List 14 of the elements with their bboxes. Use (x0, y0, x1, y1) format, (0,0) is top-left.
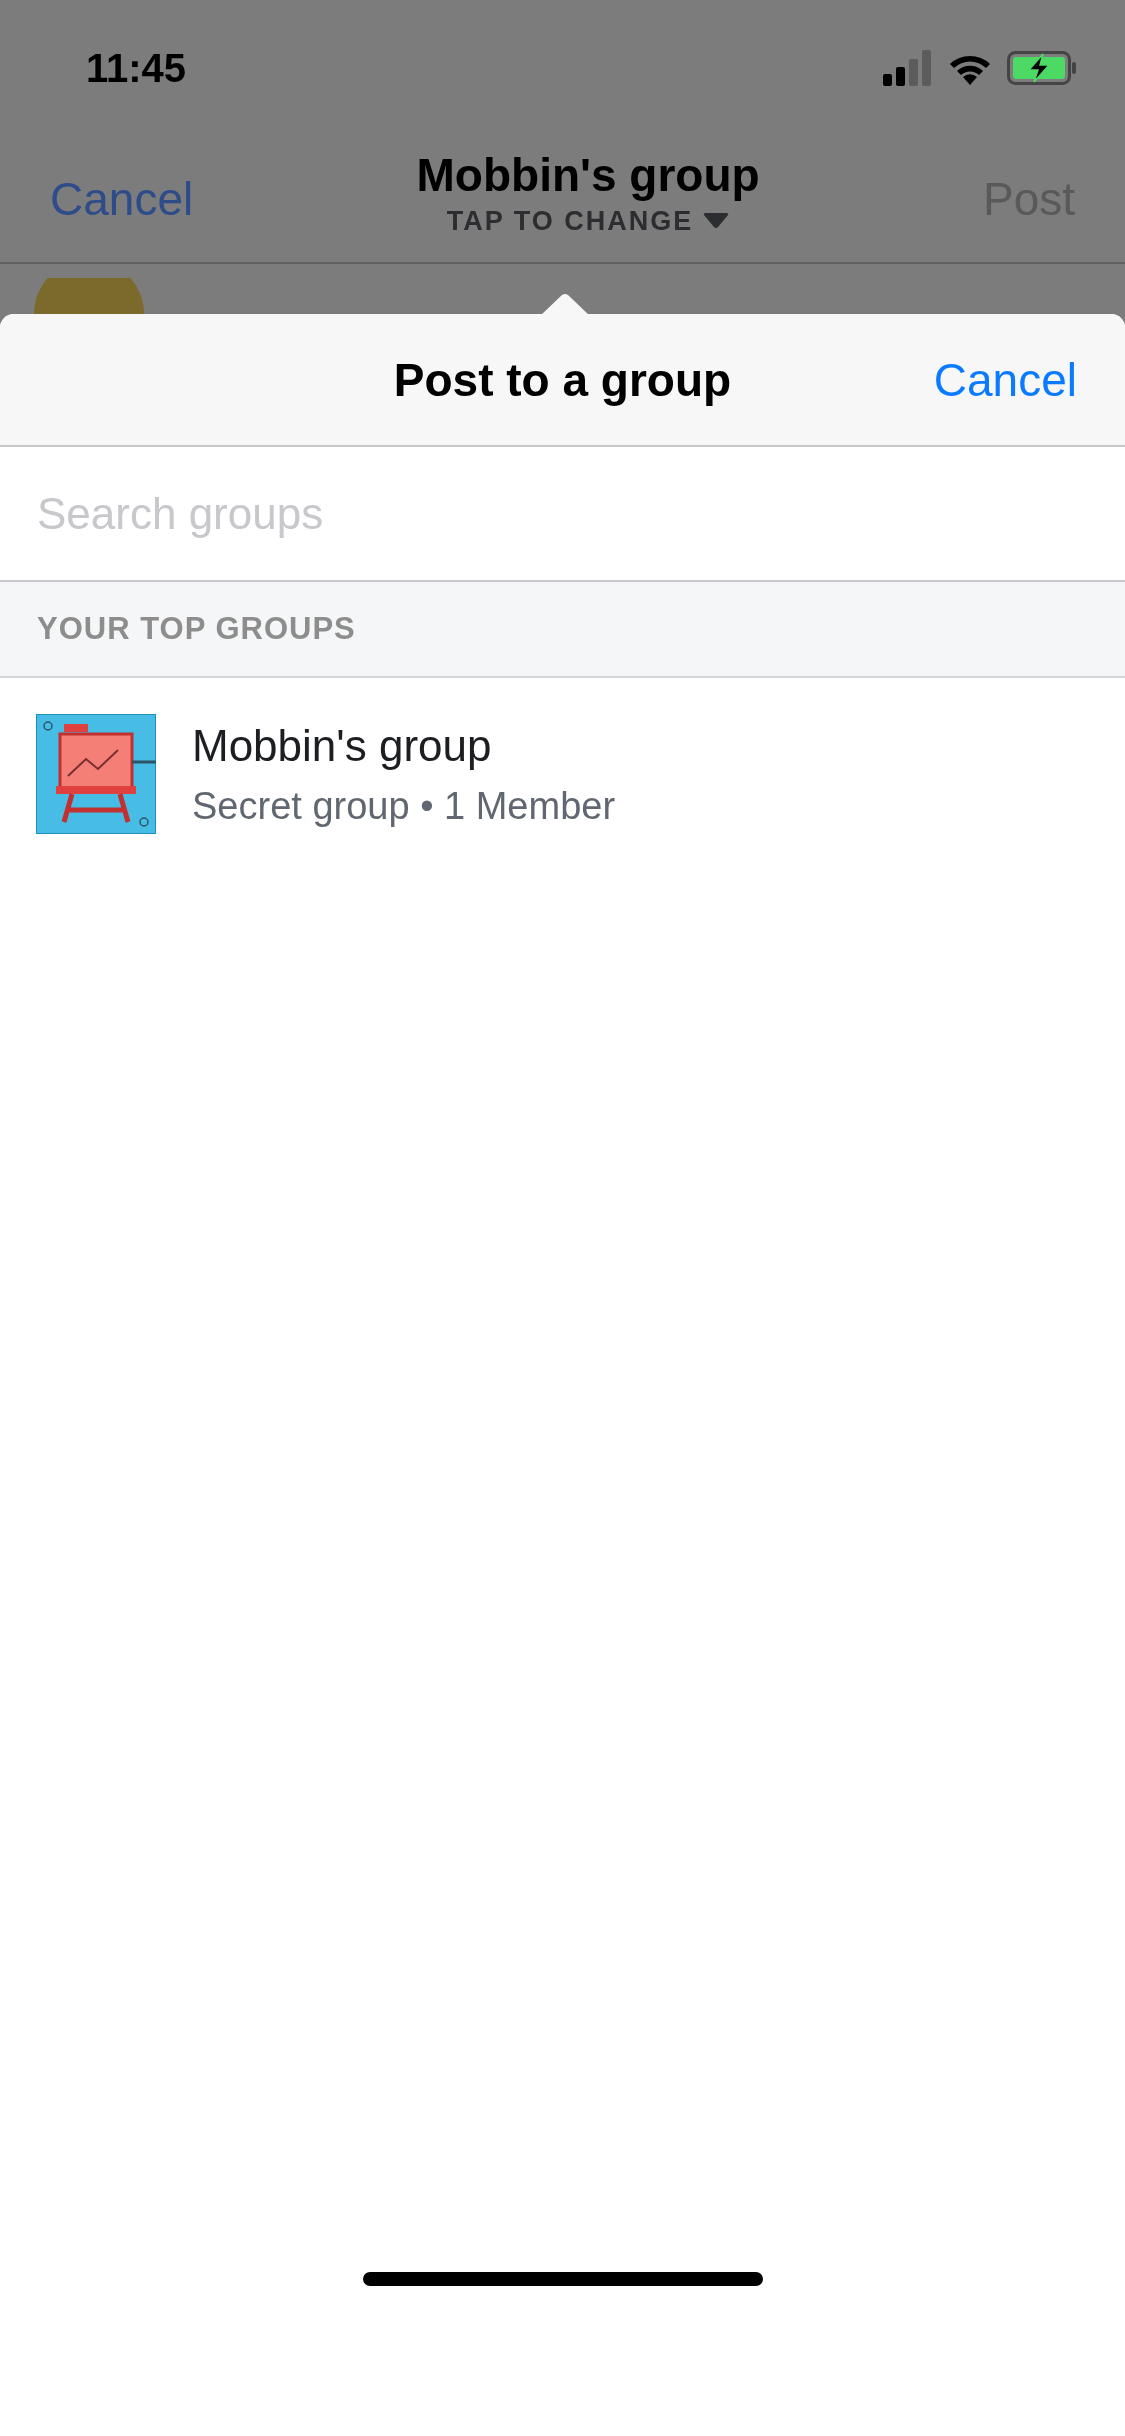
section-title: YOUR TOP GROUPS (37, 611, 356, 647)
group-item[interactable]: Mobbin's group Secret group • 1 Member (0, 678, 1125, 870)
caret-icon (703, 213, 730, 229)
cancel-button[interactable]: Cancel (50, 172, 194, 226)
group-details: Secret group • 1 Member (192, 784, 616, 828)
avatar-icon (34, 278, 144, 314)
tap-to-change-link[interactable]: TAP TO CHANGE (446, 205, 694, 237)
battery-charging-icon (1007, 51, 1077, 85)
group-name: Mobbin's group (192, 720, 493, 771)
nav-title: Mobbin's group (416, 147, 760, 202)
status-time: 11:45 (86, 45, 187, 91)
signal-icon (883, 50, 933, 86)
sheet-title: Post to a group (393, 352, 732, 407)
cancel-button[interactable]: Cancel (933, 352, 1077, 407)
